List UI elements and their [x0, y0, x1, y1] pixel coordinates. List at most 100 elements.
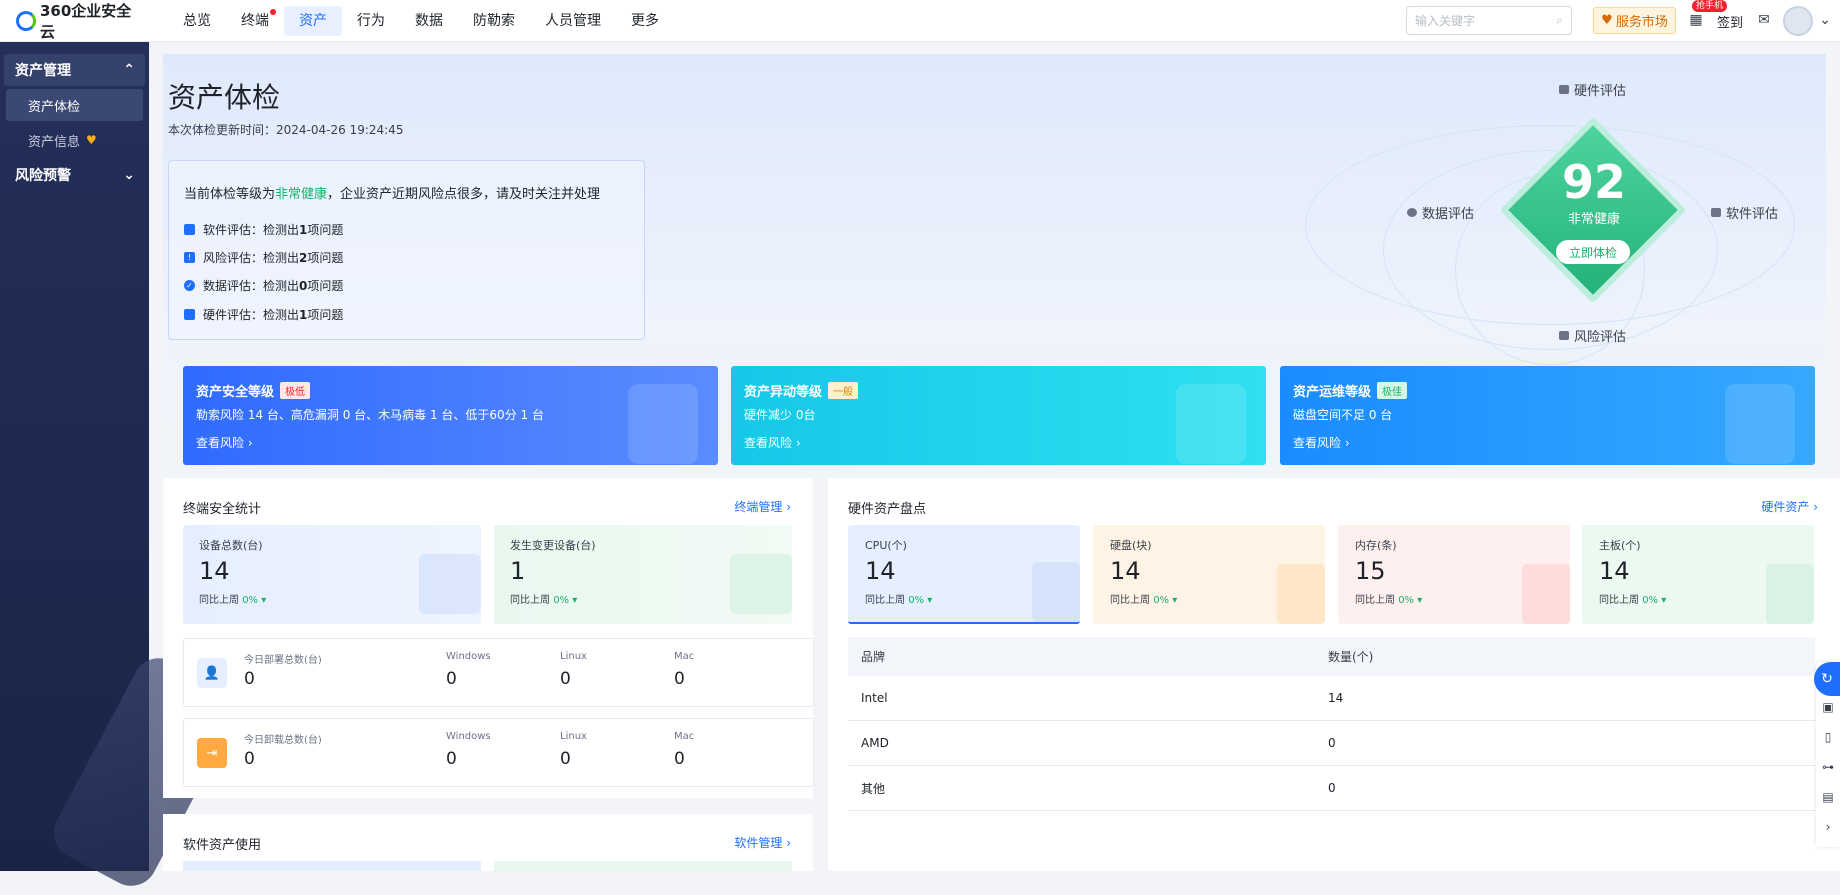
checkin-button[interactable]: 签到	[1717, 12, 1743, 31]
service-market-button[interactable]: ♥ 服务市场	[1593, 7, 1676, 34]
main-nav: 总览 终端 资产 行为 数据 防勒索 人员管理 更多	[168, 0, 674, 42]
motherboard-icon	[1766, 564, 1814, 624]
deploy-row: 👤 今日部署总数(台) 0 Windows 0 Linux 0 Mac 0	[183, 638, 814, 707]
disk-card[interactable]: 硬盘(块) 14 同比上周 0% ▾	[1093, 525, 1325, 624]
dim-hardware[interactable]: 硬件评估	[1559, 80, 1626, 99]
nav-behavior[interactable]: 行为	[342, 0, 400, 42]
level-badge: 一般	[828, 382, 859, 399]
add-user-icon: 👤	[197, 658, 227, 688]
asset-ops-card: 资产运维等级 极佳 磁盘空间不足 0 台 查看风险 ›	[1280, 366, 1815, 465]
search-input[interactable]: 输入关键字 ⌕	[1406, 6, 1572, 35]
stat-card	[494, 861, 792, 871]
book-icon[interactable]: ▤	[1816, 782, 1840, 812]
hardware-row: 硬件评估：检测出 1 项问题	[184, 306, 343, 323]
dim-risk[interactable]: 风险评估	[1559, 326, 1626, 345]
uninstall-row: ⇥ 今日卸载总数(台) 0 Windows 0 Linux 0 Mac 0	[183, 718, 814, 787]
mail-icon[interactable]: ✉	[1754, 10, 1774, 30]
dim-data[interactable]: 数据评估	[1407, 203, 1474, 222]
nav-ransomware[interactable]: 防勒索	[458, 0, 530, 42]
heart-icon: ♥	[86, 133, 97, 147]
table-header: 品牌 数量(个)	[848, 637, 1815, 676]
alert-icon	[1559, 331, 1569, 340]
view-risk-link[interactable]: 查看风险 ›	[1293, 434, 1350, 451]
view-risk-link[interactable]: 查看风险 ›	[744, 434, 801, 451]
logo-icon	[16, 10, 36, 31]
device-total-card[interactable]: 设备总数(台) 14 同比上周 0% ▾	[183, 525, 481, 624]
document-icon	[1176, 384, 1246, 464]
sidebar-item-asset-info[interactable]: 资产信息 ♥	[6, 124, 143, 156]
top-bar: 360企业安全云 总览 终端 资产 行为 数据 防勒索 人员管理 更多 输入关键…	[0, 0, 1840, 42]
apps-grid-icon[interactable]: ▦	[1686, 10, 1706, 30]
new-tag: 抢手机	[1692, 0, 1728, 12]
panel-title: 终端安全统计	[183, 502, 262, 517]
sidebar-group-asset-management[interactable]: 资产管理 ⌃	[4, 54, 145, 86]
sidebar-item-asset-check[interactable]: 资产体检	[6, 89, 143, 121]
software-manage-link[interactable]: 软件管理 ›	[734, 834, 791, 851]
table-row: AMD 0	[848, 721, 1815, 766]
stat-card	[183, 861, 481, 871]
chevron-down-icon[interactable]: ⌄	[1815, 10, 1835, 30]
level-badge: 极低	[280, 382, 311, 399]
page-title: 资产体检	[168, 81, 281, 114]
nav-data[interactable]: 数据	[400, 0, 458, 42]
memory-card[interactable]: 内存(条) 15 同比上周 0% ▾	[1338, 525, 1570, 624]
sidebar: 资产管理 ⌃ 资产体检 资产信息 ♥ 风险预警 ⌄	[0, 42, 246, 895]
software-icon	[184, 224, 195, 235]
sidebar-group-risk-alert[interactable]: 风险预警 ⌄	[4, 159, 145, 191]
summary-lead: 当前体检等级为非常健康，企业资产近期风险点很多，请及时关注并处理	[184, 187, 601, 202]
endpoint-manage-link[interactable]: 终端管理 ›	[734, 498, 791, 515]
avatar[interactable]	[1783, 6, 1813, 36]
puzzle-icon	[1032, 562, 1080, 622]
tools-icon	[1725, 384, 1795, 464]
hardware-icon	[1559, 85, 1569, 94]
chevron-right-icon[interactable]: ›	[1816, 812, 1840, 842]
disk-icon	[1277, 564, 1325, 624]
nav-endpoint[interactable]: 终端	[226, 0, 284, 42]
panel-title: 软件资产使用	[183, 838, 262, 853]
brand-table: 品牌 数量(个) Intel 14 AMD 0 其他 0	[848, 637, 1815, 811]
health-level: 非常健康	[1567, 212, 1620, 227]
endpoint-panel: 终端安全统计 终端管理 › 设备总数(台) 14 同比上周 0% ▾ 发生变更设…	[163, 478, 814, 798]
changed-device-card[interactable]: 发生变更设备(台) 1 同比上周 0% ▾	[494, 525, 792, 624]
panel-title: 硬件资产盘点	[848, 502, 927, 517]
software-icon	[1711, 208, 1721, 217]
heart-icon: ♥	[1601, 13, 1613, 28]
mobile-icon[interactable]: ▯	[1816, 722, 1840, 752]
check-icon: ✓	[184, 280, 195, 291]
hardware-asset-link[interactable]: 硬件资产 ›	[1761, 498, 1818, 515]
health-score: 92	[1561, 155, 1626, 209]
nav-more[interactable]: 更多	[616, 0, 674, 42]
hardware-panel: 硬件资产盘点 硬件资产 › CPU(个) 14 同比上周 0% ▾ 硬盘(块) …	[828, 478, 1840, 871]
network-icon[interactable]: ⊶	[1816, 752, 1840, 782]
asset-security-card: 资产安全等级 极低 勒索风险 14 台、高危漏洞 0 台、木马病毒 1 台、低于6…	[183, 366, 718, 465]
view-risk-link[interactable]: 查看风险 ›	[196, 434, 253, 451]
hardware-icon	[184, 309, 195, 320]
qrcode-icon[interactable]: ▣	[1816, 692, 1840, 722]
exit-icon: ⇥	[197, 738, 227, 768]
check-icon	[1407, 208, 1417, 217]
nav-overview[interactable]: 总览	[168, 0, 226, 42]
customer-service-button[interactable]: ↻	[1814, 662, 1840, 696]
search-icon[interactable]: ⌕	[1556, 13, 1563, 28]
app-logo[interactable]: 360企业安全云	[16, 0, 146, 42]
data-row: ✓ 数据评估：检测出 0 项问题	[184, 277, 343, 294]
check-now-button[interactable]: 立即体检	[1556, 240, 1630, 264]
monitor-icon	[419, 554, 481, 614]
software-row: 软件评估：检测出 1 项问题	[184, 221, 343, 238]
shield-icon	[628, 384, 698, 464]
dim-software[interactable]: 软件评估	[1711, 203, 1778, 222]
cpu-card[interactable]: CPU(个) 14 同比上周 0% ▾	[848, 525, 1080, 624]
check-summary: 当前体检等级为非常健康，企业资产近期风险点很多，请及时关注并处理 软件评估：检测…	[168, 160, 645, 340]
table-row: Intel 14	[848, 676, 1815, 721]
update-time: 本次体检更新时间：2024-04-26 19:24:45	[168, 123, 404, 137]
swap-icon	[730, 554, 792, 614]
nav-assets[interactable]: 资产	[284, 5, 342, 36]
asset-change-card: 资产异动等级 一般 硬件减少 0台 查看风险 ›	[731, 366, 1266, 465]
software-panel: 软件资产使用 软件管理 ›	[163, 814, 813, 871]
alert-icon: !	[184, 252, 195, 263]
motherboard-card[interactable]: 主板(个) 14 同比上周 0% ▾	[1582, 525, 1814, 624]
table-row: 其他 0	[848, 766, 1815, 811]
nav-people[interactable]: 人员管理	[530, 0, 616, 42]
chevron-down-icon: ⌄	[123, 167, 135, 183]
notification-dot	[270, 8, 276, 15]
